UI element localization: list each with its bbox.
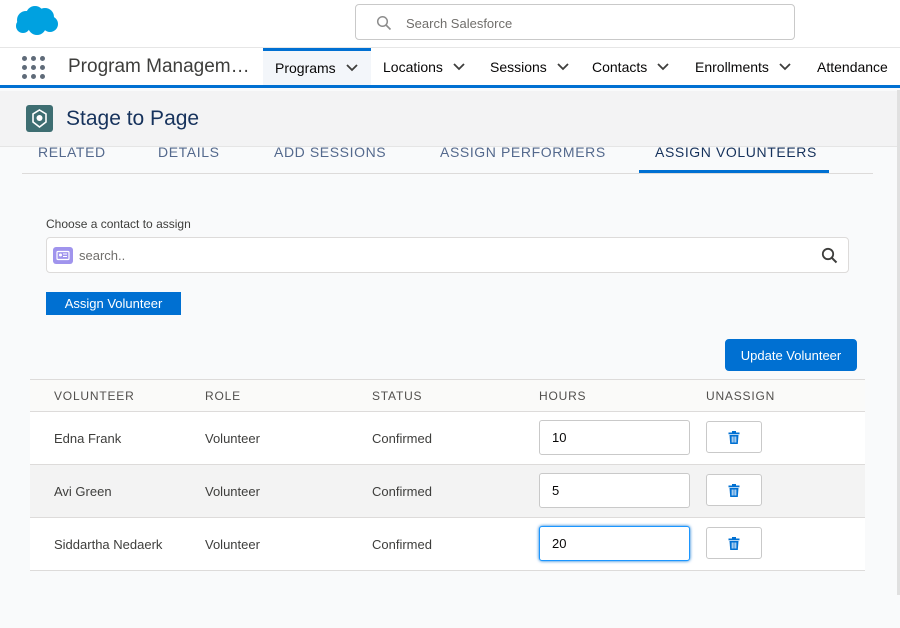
search-icon[interactable] [821,247,838,264]
volunteer-name: Avi Green [54,484,112,499]
chevron-down-icon[interactable] [779,62,791,71]
global-search[interactable] [355,4,795,40]
volunteer-name: Edna Frank [54,431,122,446]
table-row: Avi Green Volunteer Confirmed [30,465,865,518]
tab-details[interactable]: DETAILS [158,144,220,160]
app-name: Program Managem… [68,56,250,77]
nav-tab-label: Attendance [817,58,888,75]
column-header-status: STATUS [372,389,423,403]
tab-assign-performers[interactable]: ASSIGN PERFORMERS [440,144,606,160]
nav-tab-label: Programs [275,60,336,76]
volunteer-role: Volunteer [205,537,260,552]
hours-input[interactable] [539,526,690,561]
record-header: Stage to Page [0,91,900,147]
table-row: Edna Frank Volunteer Confirmed [30,412,865,465]
record-tabs: RELATED DETAILS ADD SESSIONS ASSIGN PERF… [22,144,873,174]
contact-lookup[interactable] [46,237,849,273]
app-navigation: Program Managem… Programs Locations Sess… [0,48,900,88]
tab-related[interactable]: RELATED [38,144,106,160]
nav-tab-programs[interactable]: Programs [263,48,371,85]
trash-icon [728,483,740,497]
unassign-button[interactable] [706,474,762,506]
nav-tab-contacts[interactable]: Contacts [592,48,669,85]
volunteer-status: Confirmed [372,537,432,552]
active-tab-indicator [639,170,829,173]
volunteer-table: VOLUNTEER ROLE STATUS HOURS UNASSIGN Edn… [30,379,865,571]
hours-input[interactable] [539,420,690,455]
assign-volunteer-button[interactable]: Assign Volunteer [46,292,181,315]
column-header-role: ROLE [205,389,241,403]
nav-tab-label: Enrollments [695,58,769,75]
nav-tab-label: Sessions [490,58,547,75]
record-title: Stage to Page [66,107,200,130]
trash-icon [728,430,740,444]
column-header-unassign: UNASSIGN [706,389,776,403]
chevron-down-icon[interactable] [657,62,669,71]
nav-tab-attendance[interactable]: Attendance [817,48,888,85]
volunteer-name: Siddartha Nedaerk [54,537,163,552]
nav-tab-label: Contacts [592,58,648,75]
global-header [0,0,900,48]
chevron-down-icon[interactable] [557,62,569,71]
chevron-down-icon[interactable] [453,62,465,71]
program-object-icon [26,105,53,132]
nav-tab-enrollments[interactable]: Enrollments [695,48,791,85]
contact-search-input[interactable] [79,244,779,266]
unassign-button[interactable] [706,527,762,559]
volunteer-role: Volunteer [205,484,260,499]
volunteer-status: Confirmed [372,484,432,499]
salesforce-logo-icon[interactable] [12,4,60,38]
nav-tab-label: Locations [383,58,443,75]
hours-input[interactable] [539,473,690,508]
trash-icon [728,536,740,550]
contact-lookup-label: Choose a contact to assign [46,217,191,231]
tab-add-sessions[interactable]: ADD SESSIONS [274,144,386,160]
search-icon [376,15,392,31]
nav-tab-locations[interactable]: Locations [383,48,465,85]
contact-icon [53,247,73,264]
column-header-hours: HOURS [539,389,587,403]
tab-assign-volunteers[interactable]: ASSIGN VOLUNTEERS [655,144,817,160]
table-header: VOLUNTEER ROLE STATUS HOURS UNASSIGN [30,379,865,412]
volunteer-status: Confirmed [372,431,432,446]
unassign-button[interactable] [706,421,762,453]
app-launcher-icon[interactable] [22,56,46,80]
global-search-input[interactable] [406,11,776,35]
nav-tab-sessions[interactable]: Sessions [490,48,569,85]
update-volunteer-button[interactable]: Update Volunteer [725,339,857,371]
table-row: Siddartha Nedaerk Volunteer Confirmed [30,518,865,571]
volunteer-role: Volunteer [205,431,260,446]
column-header-volunteer: VOLUNTEER [54,389,135,403]
chevron-down-icon[interactable] [346,64,358,72]
